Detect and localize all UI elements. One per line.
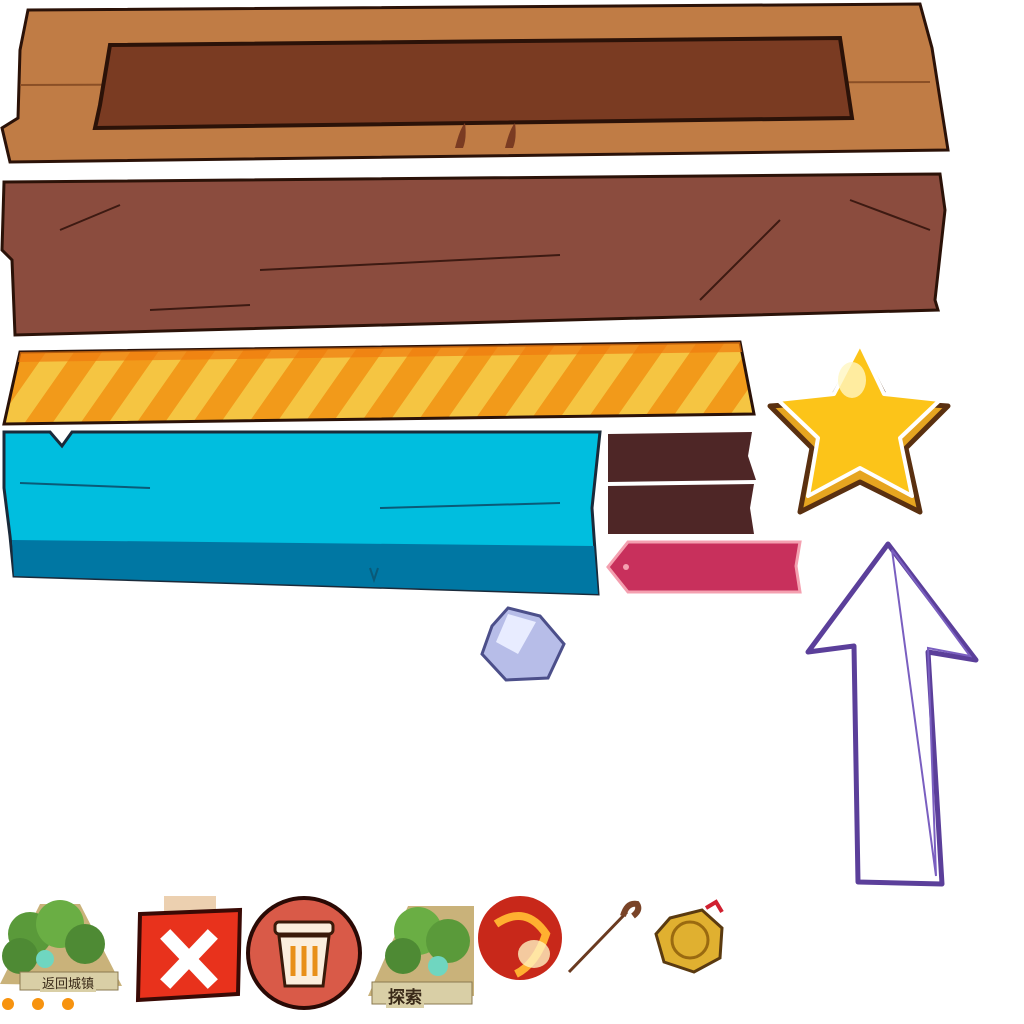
up-arrow-icon [805, 541, 979, 887]
return-town-button[interactable]: 返回城镇 [0, 894, 125, 994]
wooden-staff-icon [567, 900, 642, 974]
blue-wood-plank [2, 430, 602, 596]
wooden-frame-panel [0, 2, 950, 164]
dark-wood-planks [608, 432, 756, 534]
explore-label: 探索 [386, 983, 424, 1008]
star-icon [767, 342, 951, 515]
loading-dots [0, 998, 80, 1012]
dot [32, 998, 44, 1010]
brown-wood-plank [0, 172, 947, 337]
trash-button[interactable] [245, 894, 363, 1012]
return-town-label: 返回城镇 [40, 973, 97, 992]
gold-medal-icon [654, 899, 724, 974]
dot [62, 998, 74, 1010]
explore-button[interactable]: 探索 [368, 896, 474, 1008]
close-button[interactable] [130, 894, 246, 1004]
pink-arrow-tag [606, 540, 802, 594]
striped-progress-bar [2, 340, 756, 426]
fire-orb-icon [478, 896, 562, 980]
crystal-gem-icon [480, 606, 566, 682]
dot [2, 998, 14, 1010]
